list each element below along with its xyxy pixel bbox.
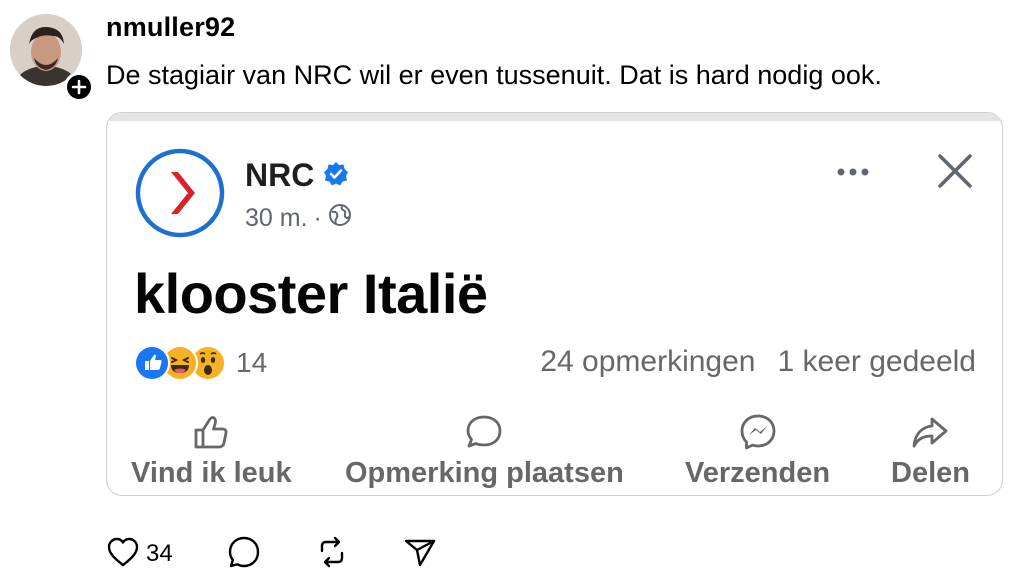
- comment-icon: [345, 411, 624, 453]
- heart-icon: [106, 536, 140, 573]
- post-text: De stagiair van NRC wil er even tussenui…: [106, 60, 882, 90]
- avatar[interactable]: [10, 14, 94, 102]
- share-icon: [891, 411, 970, 453]
- username[interactable]: nmuller92: [106, 12, 235, 43]
- more-icon[interactable]: [829, 157, 877, 187]
- like-count: 34: [146, 540, 173, 567]
- like-button[interactable]: Vind ik leuk: [131, 411, 292, 490]
- messenger-icon: [685, 411, 830, 453]
- repost-icon: [315, 535, 349, 574]
- comment-label: Opmerking plaatsen: [345, 457, 624, 489]
- nrc-logo: [134, 147, 226, 239]
- embedded-post-image[interactable]: NRC 30 m. · klooster Italië 14 24 opmerk…: [106, 112, 1003, 496]
- post-meta: 30 m. ·: [245, 203, 352, 234]
- post-headline: klooster Italië: [134, 262, 488, 325]
- like-reaction-icon: [134, 345, 170, 381]
- comment-button[interactable]: Opmerking plaatsen: [345, 411, 624, 490]
- share-button[interactable]: Delen: [891, 411, 970, 490]
- send-button[interactable]: Verzenden: [685, 411, 830, 490]
- thumbs-up-icon: [131, 411, 292, 453]
- page-name: NRC: [245, 157, 315, 193]
- card-top-edge: [107, 113, 1002, 121]
- repost-button[interactable]: [315, 535, 349, 574]
- reactions-summary[interactable]: 14: [134, 345, 267, 381]
- thread-actions-bar: 34: [106, 534, 491, 574]
- share-count[interactable]: 1 keer gedeeld: [778, 345, 977, 379]
- send-thread-button[interactable]: [403, 535, 437, 574]
- globe-icon: [328, 203, 352, 234]
- reply-button[interactable]: [227, 535, 261, 574]
- reply-icon: [227, 535, 261, 574]
- reaction-count: 14: [236, 347, 268, 378]
- comment-count[interactable]: 24 opmerkingen: [540, 345, 755, 379]
- follow-plus-icon[interactable]: [64, 72, 94, 102]
- send-icon: [403, 535, 437, 574]
- like-thread-button[interactable]: 34: [106, 536, 173, 573]
- send-label: Verzenden: [685, 457, 831, 489]
- meta-separator: ·: [313, 204, 322, 232]
- share-label: Delen: [891, 457, 970, 489]
- post-time: 30 m.: [245, 204, 308, 232]
- post-actions-bar: Vind ik leuk Opmerking plaatsen Verzende…: [107, 411, 1002, 491]
- verified-badge-icon: [323, 161, 349, 192]
- close-icon[interactable]: [933, 149, 977, 193]
- post-stats: 24 opmerkingen 1 keer gedeeld: [540, 345, 976, 379]
- like-label: Vind ik leuk: [131, 457, 292, 489]
